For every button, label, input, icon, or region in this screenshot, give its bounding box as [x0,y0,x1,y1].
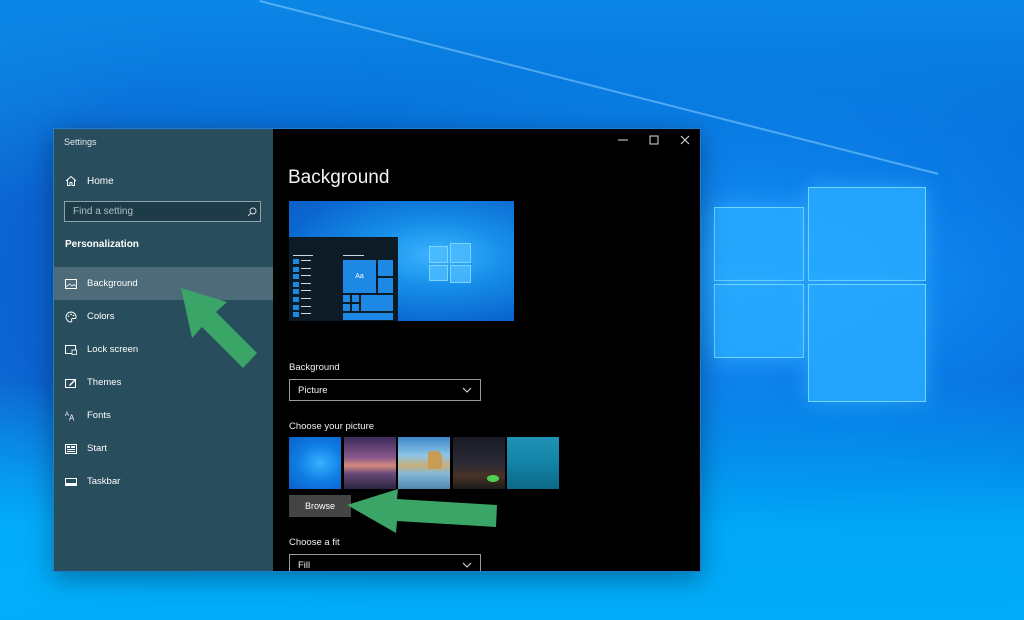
sidebar-item-label: Fonts [87,410,111,421]
sidebar: Settings Home Personalization Background [54,129,273,571]
fit-dropdown-value: Fill [298,559,311,571]
windows-logo-pane [808,284,926,402]
picture-icon [65,278,77,290]
svg-text:A: A [69,414,75,422]
settings-window: Settings Home Personalization Background [53,128,701,572]
section-heading: Personalization [65,239,139,250]
themes-icon [65,377,77,389]
thumbnail-beach-rocks[interactable] [398,437,450,489]
close-button[interactable] [669,129,700,153]
background-dropdown-value: Picture [298,384,328,396]
preview-tiles: Aa [342,259,394,321]
content-pane: Background Aa Background Picture Choose … [273,129,700,571]
search-icon[interactable] [244,207,260,217]
preview-start-menu: Aa [289,237,398,321]
fonts-icon: AA [65,410,77,422]
background-field-label: Background [289,362,340,373]
windows-logo-wallpaper [712,185,927,403]
sidebar-item-start[interactable]: Start [54,432,273,465]
chevron-down-icon [462,560,472,571]
app-title: Settings [64,137,97,147]
browse-button[interactable]: Browse [289,495,351,517]
sidebar-item-label: Colors [87,311,115,322]
sidebar-item-themes[interactable]: Themes [54,366,273,399]
preview-sample-text: Aa [342,259,377,294]
home-icon [64,174,78,188]
caption-buttons [607,129,700,153]
windows-logo-pane [808,187,926,281]
windows-logo-pane [714,207,804,281]
maximize-button[interactable] [638,129,669,153]
home-label: Home [87,175,114,187]
sidebar-item-taskbar[interactable]: Taskbar [54,465,273,498]
palette-icon [65,311,77,323]
sidebar-home[interactable]: Home [64,173,114,189]
thumbnail-windows-hero[interactable] [289,437,341,489]
choose-picture-label: Choose your picture [289,421,375,432]
sidebar-item-fonts[interactable]: AA Fonts [54,399,273,432]
maximize-icon [649,132,659,150]
taskbar-icon [65,476,77,488]
sidebar-item-label: Taskbar [87,476,121,487]
preview-windows-logo [429,243,471,283]
fit-dropdown[interactable]: Fill [289,554,481,571]
minimize-icon [617,132,628,150]
search-box[interactable] [64,201,261,222]
sidebar-item-background[interactable]: Background [54,267,273,300]
background-dropdown[interactable]: Picture [289,379,481,401]
find-setting-input[interactable] [65,206,244,217]
sidebar-item-lock-screen[interactable]: Lock screen [54,333,273,366]
thumbnail-night-sky[interactable] [452,437,505,489]
lock-screen-icon [65,344,77,356]
start-icon [65,443,77,455]
page-title: Background [288,167,390,188]
windows-logo-pane [714,284,804,358]
background-preview: Aa [289,201,514,321]
close-icon [680,132,690,150]
thumbnail-underwater-swimmer[interactable] [507,437,559,489]
chevron-down-icon [462,385,472,396]
sidebar-item-label: Lock screen [87,344,139,355]
sidebar-item-label: Start [87,443,108,454]
choose-fit-label: Choose a fit [289,537,340,548]
sidebar-item-label: Background [87,278,138,289]
sidebar-item-colors[interactable]: Colors [54,300,273,333]
minimize-button[interactable] [607,129,638,153]
picture-thumbnails [289,437,562,489]
sidebar-nav: Background Colors Lock screen Themes A A… [54,267,273,498]
thumbnail-sunset-lake[interactable] [343,437,396,489]
sidebar-item-label: Themes [87,377,122,388]
